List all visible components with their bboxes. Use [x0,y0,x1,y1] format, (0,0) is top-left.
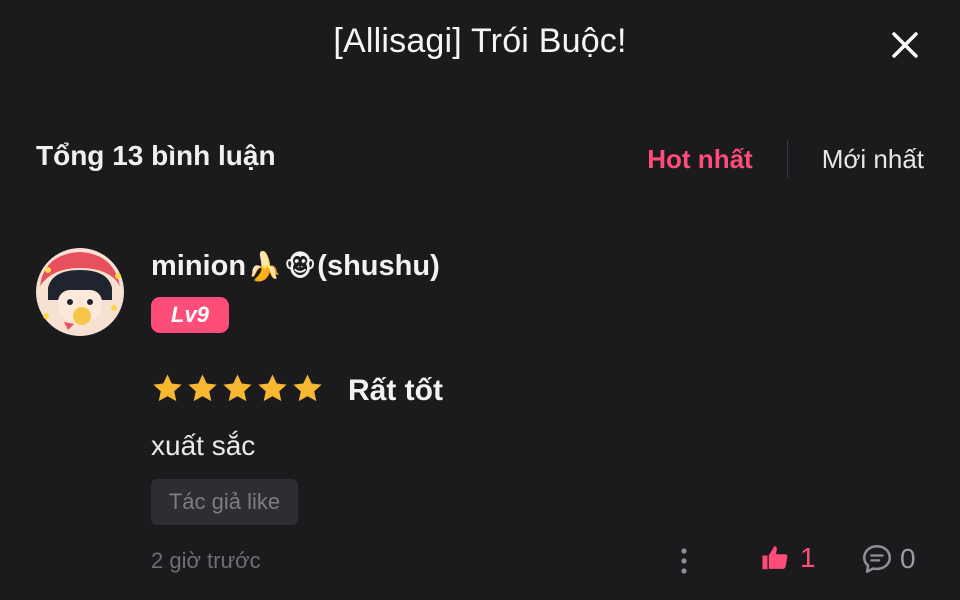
monkey-emoji: 🐵 [283,250,317,282]
level-badge: Lv9 [151,297,229,333]
page-title: [Allisagi] Trói Buộc! [333,22,627,60]
comment-username[interactable]: minion 🍌 🐵 (shushu) [151,250,440,283]
rating-stars [151,372,324,405]
comment-count: Tổng 13 bình luận [36,140,276,171]
author-like-tag: Tác giả like [151,479,298,525]
star-icon [293,374,322,402]
comments-sheet: [Allisagi] Trói Buộc! Tổng 13 bình luận … [0,0,960,600]
star-icon [188,374,217,402]
rating-label: Rất tốt [348,374,443,407]
banana-emoji: 🍌 [247,250,282,282]
reply-count: 0 [900,543,916,574]
avatar[interactable] [34,246,126,338]
comment-timestamp: 2 giờ trước [151,548,261,573]
sort-tabs: Hot nhất Mới nhất [647,140,924,178]
like-button[interactable]: 1 [760,542,816,574]
sort-newest-tab[interactable]: Mới nhất [822,144,924,175]
username-suffix: (shushu) [317,250,440,282]
comment-text: xuất sắc [151,430,256,461]
comment-bubble-icon [862,544,892,574]
reply-button[interactable]: 0 [860,542,916,576]
star-icon [258,374,287,402]
star-icon [153,374,182,402]
close-icon[interactable] [888,28,922,62]
sort-hot-tab[interactable]: Hot nhất [647,144,752,175]
username-text: minion [151,250,247,282]
sort-divider [786,140,788,178]
more-vertical-icon[interactable] [676,546,692,576]
like-count: 1 [800,542,816,573]
star-icon [223,374,252,402]
thumbs-up-icon [762,546,788,570]
